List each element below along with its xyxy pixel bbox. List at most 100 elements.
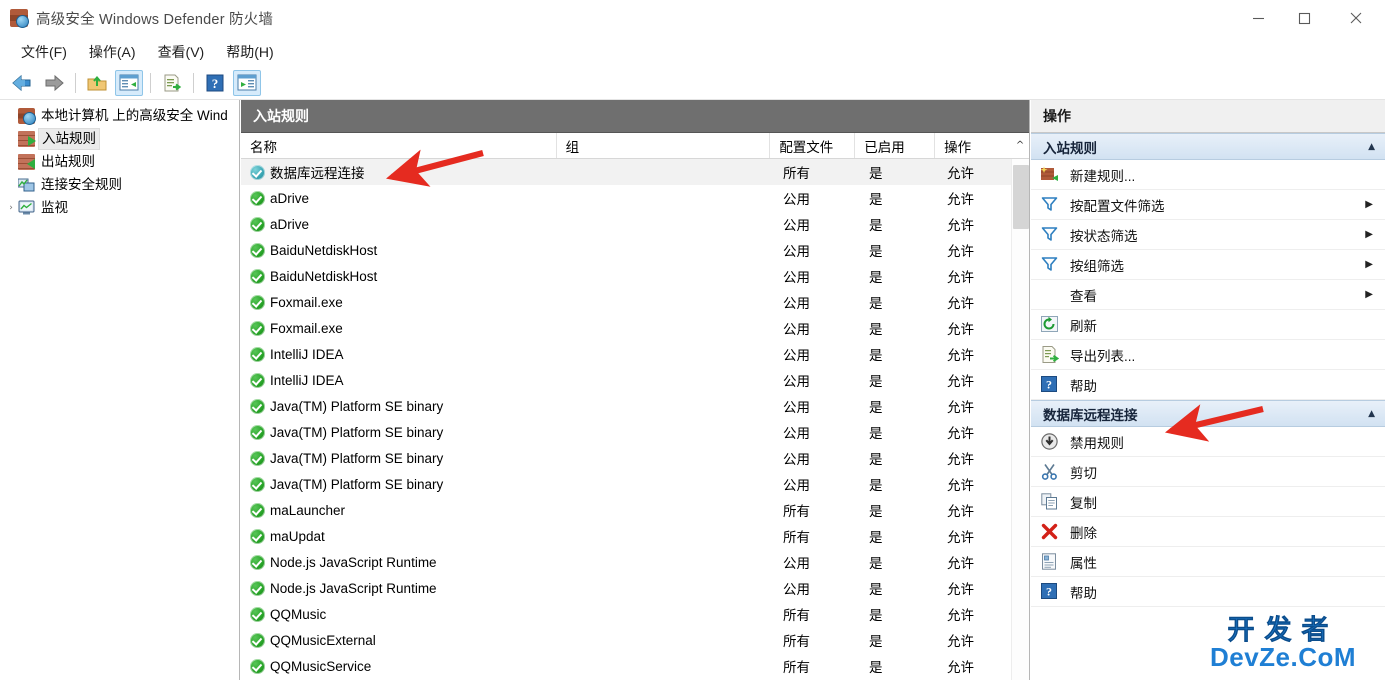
sidebar-item-outbound-rules[interactable]: 出站规则 (0, 150, 239, 173)
sidebar-item-monitoring[interactable]: › 监视 (0, 196, 239, 219)
menu-help[interactable]: 帮助(H) (215, 39, 284, 65)
cell-name: Java(TM) Platform SE binary (241, 450, 557, 466)
svg-text:?: ? (1046, 584, 1052, 598)
firewall-window: 高级安全 Windows Defender 防火墙 文件(F) 操作(A) 查看… (0, 0, 1385, 680)
action-menu-item[interactable]: 导出列表... (1031, 340, 1385, 370)
sidebar-item-label: 连接安全规则 (41, 176, 122, 192)
table-row[interactable]: aDrive 公用 是 允许 (241, 211, 1012, 237)
back-icon[interactable] (8, 70, 36, 96)
filter-icon (1041, 256, 1061, 274)
menu-file[interactable]: 文件(F) (10, 39, 78, 65)
table-row[interactable]: maLauncher 所有 是 允许 (241, 497, 1012, 523)
column-header-name[interactable]: 名称 (241, 133, 557, 158)
chevron-right-icon[interactable]: ▶ (1365, 199, 1373, 210)
actions-group-header[interactable]: 数据库远程连接 ▲ (1031, 400, 1385, 427)
action-menu-item[interactable]: 禁用规则 (1031, 427, 1385, 457)
table-row[interactable]: Node.js JavaScript Runtime 公用 是 允许 (241, 549, 1012, 575)
chevron-right-icon[interactable]: ▶ (1365, 259, 1373, 270)
rules-list-body: 数据库远程连接 所有是允许 aDrive 公用是允许 aDrive 公用是允许 BaiduN… (241, 159, 1012, 680)
action-menu-item-label: 新建规则... (1070, 168, 1136, 184)
table-row[interactable]: BaiduNetdiskHost 公用 是 允许 (241, 263, 1012, 289)
table-row[interactable]: Java(TM) Platform SE binary 公用 是 允许 (241, 393, 1012, 419)
table-row[interactable]: maUpdat 所有 是 允许 (241, 523, 1012, 549)
cell-enabled: 是 (869, 348, 883, 363)
action-menu-item-label: 禁用规则 (1070, 435, 1124, 451)
table-row[interactable]: QQMusicService 所有 是 允许 (241, 653, 1012, 679)
chevron-up-icon[interactable]: ▲ (1368, 142, 1375, 152)
forward-icon[interactable] (40, 70, 68, 96)
table-row[interactable]: Java(TM) Platform SE binary 公用 是 允许 (241, 419, 1012, 445)
rule-name: Foxmail.exe (270, 294, 343, 310)
chevron-right-icon[interactable]: ▶ (1365, 289, 1373, 300)
show-hide-console-tree-icon[interactable] (115, 69, 143, 96)
cell-name: Foxmail.exe (241, 294, 557, 310)
list-scrollbar-thumb[interactable] (1013, 165, 1029, 229)
pane-title: 入站规则 (241, 100, 1029, 133)
table-row[interactable]: QQMusicExternal 所有 是 允许 (241, 627, 1012, 653)
action-menu-item[interactable]: 按状态筛选 ▶ (1031, 220, 1385, 250)
action-menu-item[interactable]: 复制 (1031, 487, 1385, 517)
scroll-up-icon[interactable]: ^ (1011, 133, 1029, 158)
cell-enabled: 是 (869, 374, 883, 389)
table-row[interactable]: IntelliJ IDEA 公用 是 允许 (241, 341, 1012, 367)
list-scrollbar[interactable] (1011, 159, 1029, 680)
chevron-up-icon[interactable]: ▲ (1368, 409, 1375, 419)
inbound-rules-pane: 入站规则 名称 组 配置文件 已启用 操作 ^ 数据库远程连接 所有是允许 aDri… (241, 100, 1030, 680)
table-row[interactable]: Java(TM) Platform SE binary 公用 是 允许 (241, 471, 1012, 497)
action-menu-item[interactable]: ? 帮助 (1031, 370, 1385, 400)
rule-name: Java(TM) Platform SE binary (270, 398, 444, 414)
cell-enabled: 是 (869, 426, 883, 441)
sidebar-item-inbound-rules[interactable]: 入站规则 (0, 127, 239, 150)
cell-action: 允许 (947, 322, 974, 337)
table-row[interactable]: QQMusic 所有 是 允许 (241, 601, 1012, 627)
action-menu-item-label: 按组筛选 (1070, 258, 1124, 274)
action-menu-item[interactable]: 剪切 (1031, 457, 1385, 487)
filter-icon (1041, 226, 1061, 244)
console-tree: 本地计算机 上的高级安全 Wind 入站规则 出站规则 连接安全规则 › 监视 (0, 100, 239, 219)
sidebar-item-local-computer[interactable]: 本地计算机 上的高级安全 Wind (0, 104, 239, 127)
allow-rule-icon (250, 528, 265, 544)
table-row[interactable]: 数据库远程连接 所有 是 允许 (241, 159, 1012, 185)
table-row[interactable]: Node.js JavaScript Runtime 公用 是 允许 (241, 575, 1012, 601)
connection-security-icon (17, 177, 35, 193)
maximize-button[interactable] (1281, 0, 1327, 36)
action-menu-item[interactable]: 删除 (1031, 517, 1385, 547)
actions-group-header[interactable]: 入站规则 ▲ (1031, 133, 1385, 160)
column-header-profile[interactable]: 配置文件 (770, 133, 856, 158)
sidebar-item-connection-security-rules[interactable]: 连接安全规则 (0, 173, 239, 196)
tree-expander-monitoring[interactable]: › (4, 203, 18, 213)
show-action-pane-icon[interactable] (233, 69, 261, 96)
cell-profile: 公用 (783, 400, 810, 415)
table-row[interactable]: BaiduNetdiskHost 公用 是 允许 (241, 237, 1012, 263)
rule-name: maLauncher (270, 502, 346, 518)
table-row[interactable]: IntelliJ IDEA 公用 是 允许 (241, 367, 1012, 393)
column-header-group[interactable]: 组 (557, 133, 771, 158)
chevron-right-icon[interactable]: ▶ (1365, 229, 1373, 240)
column-header-enabled[interactable]: 已启用 (855, 133, 936, 158)
action-menu-item[interactable]: 按配置文件筛选 ▶ (1031, 190, 1385, 220)
action-menu-item[interactable]: 刷新 (1031, 310, 1385, 340)
table-row[interactable]: aDrive 公用 是 允许 (241, 185, 1012, 211)
action-menu-item[interactable]: 属性 (1031, 547, 1385, 577)
toolbar-separator-2 (150, 72, 151, 93)
help-icon[interactable]: ? (201, 70, 229, 96)
disable-rule-icon (1041, 432, 1061, 451)
table-row[interactable]: Foxmail.exe 公用 是 允许 (241, 315, 1012, 341)
action-menu-item[interactable]: 按组筛选 ▶ (1031, 250, 1385, 280)
table-row[interactable]: Java(TM) Platform SE binary 公用 是 允许 (241, 445, 1012, 471)
actions-pane: 操作 入站规则 ▲ 新建规则... 按配置文件筛选 ▶ 按状态筛选 ▶ 按组筛选 ▶ 查看 ▶ 刷新导… (1031, 100, 1385, 680)
column-header-action[interactable]: 操作 (935, 133, 1011, 158)
menu-action[interactable]: 操作(A) (78, 39, 147, 65)
actions-group-title: 数据库远程连接 (1043, 407, 1138, 423)
menu-view[interactable]: 查看(V) (147, 39, 216, 65)
up-one-level-icon[interactable] (83, 70, 111, 96)
table-row[interactable]: Foxmail.exe 公用 是 允许 (241, 289, 1012, 315)
close-button[interactable] (1327, 0, 1385, 36)
cell-enabled: 是 (869, 452, 883, 467)
action-menu-item[interactable]: ? 帮助 (1031, 577, 1385, 607)
export-list-icon[interactable] (158, 70, 186, 96)
action-menu-item[interactable]: 查看 ▶ (1031, 280, 1385, 310)
action-menu-item[interactable]: 新建规则... (1031, 160, 1385, 190)
minimize-button[interactable] (1235, 0, 1281, 36)
window-title: 高级安全 Windows Defender 防火墙 (36, 11, 274, 28)
